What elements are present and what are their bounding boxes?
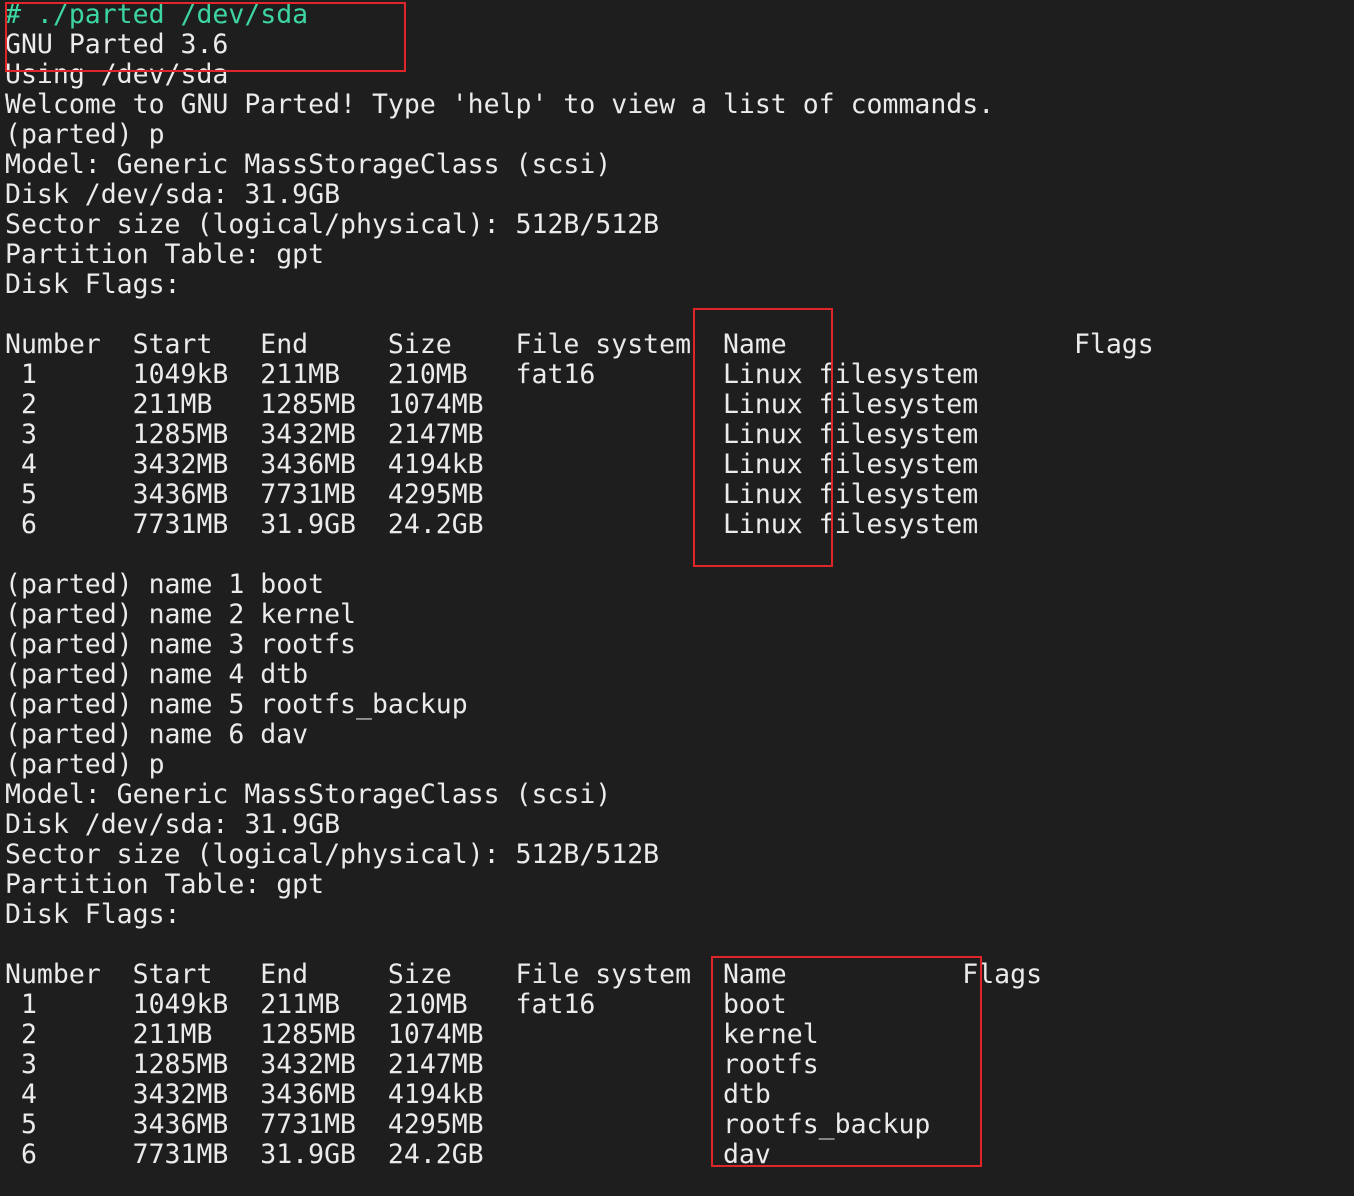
output-line: Welcome to GNU Parted! Type 'help' to vi… [5, 89, 995, 120]
output-line: (parted) p [5, 749, 165, 780]
output-line: (parted) p [5, 119, 165, 150]
output-line: (parted) name 3 rootfs [5, 629, 356, 660]
command-line: # ./parted /dev/sda [5, 0, 309, 30]
table-row: 6 7731MB 31.9GB 24.2GB dav [5, 1139, 771, 1170]
output-line: (parted) name 2 kernel [5, 599, 356, 630]
output-line: GNU Parted 3.6 [5, 29, 229, 60]
output-line: Model: Generic MassStorageClass (scsi) [5, 149, 612, 180]
table-row: 4 3432MB 3436MB 4194kB Linux filesystem [5, 449, 979, 480]
output-line: Disk Flags: [5, 269, 181, 300]
table-header: Number Start End Size File system Name F… [5, 959, 1043, 990]
output-line: Partition Table: gpt [5, 239, 325, 270]
terminal-output: # ./parted /dev/sda GNU Parted 3.6 Using… [5, 0, 1354, 1196]
table-header: Number Start End Size File system Name F… [5, 329, 1154, 360]
table-row: 4 3432MB 3436MB 4194kB dtb [5, 1079, 771, 1110]
output-line: Partition Table: gpt [5, 869, 325, 900]
output-line: (parted) name 5 rootfs_backup [5, 689, 468, 720]
output-line: Disk Flags: [5, 899, 181, 930]
output-line: Model: Generic MassStorageClass (scsi) [5, 779, 612, 810]
output-line: (parted) name 1 boot [5, 569, 325, 600]
table-row: 1 1049kB 211MB 210MB fat16 Linux filesys… [5, 359, 979, 390]
output-line: Using /dev/sda [5, 59, 229, 90]
table-row: 5 3436MB 7731MB 4295MB Linux filesystem [5, 479, 979, 510]
table-row: 3 1285MB 3432MB 2147MB Linux filesystem [5, 419, 979, 450]
table-row: 5 3436MB 7731MB 4295MB rootfs_backup [5, 1109, 931, 1140]
table-row: 6 7731MB 31.9GB 24.2GB Linux filesystem [5, 509, 979, 540]
output-line: Sector size (logical/physical): 512B/512… [5, 209, 660, 240]
table-row: 2 211MB 1285MB 1074MB Linux filesystem [5, 389, 979, 420]
table-row: 1 1049kB 211MB 210MB fat16 boot [5, 989, 787, 1020]
output-line: Disk /dev/sda: 31.9GB [5, 179, 341, 210]
output-line: (parted) name 6 dav [5, 719, 309, 750]
table-row: 2 211MB 1285MB 1074MB kernel [5, 1019, 819, 1050]
output-line: Sector size (logical/physical): 512B/512… [5, 839, 660, 870]
output-line: (parted) name 4 dtb [5, 659, 309, 690]
output-line: Disk /dev/sda: 31.9GB [5, 809, 341, 840]
table-row: 3 1285MB 3432MB 2147MB rootfs [5, 1049, 819, 1080]
